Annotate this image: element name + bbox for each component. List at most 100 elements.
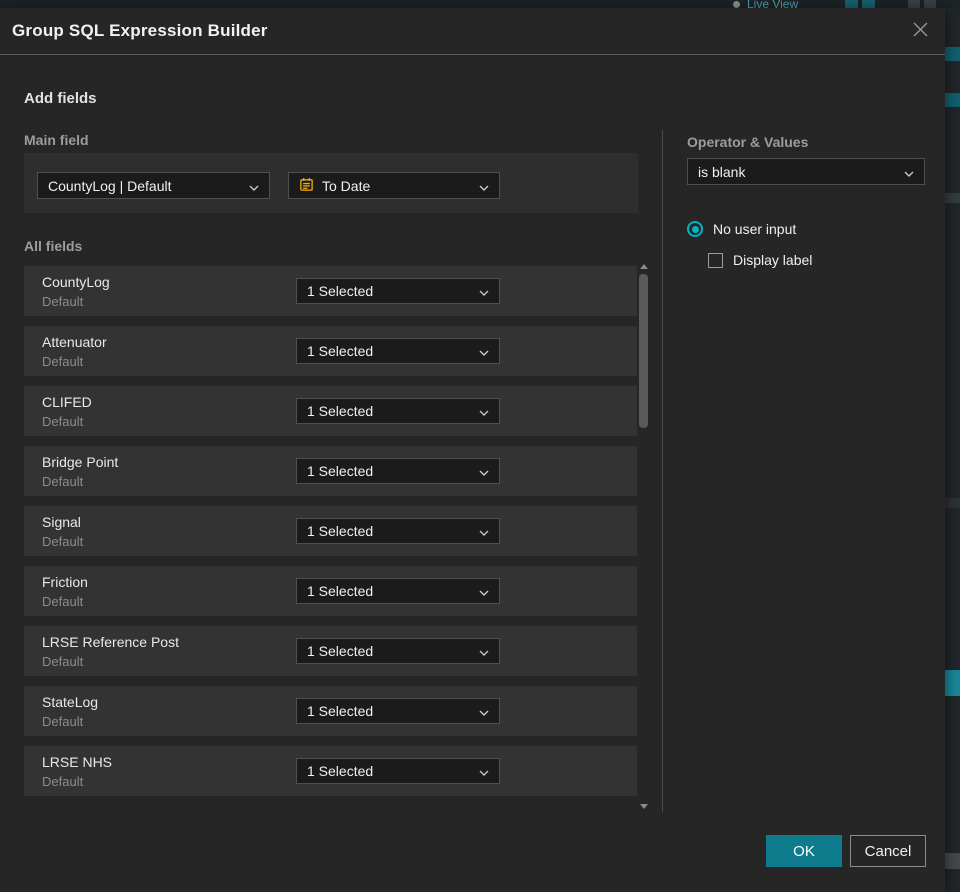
background-side-panel: [945, 8, 960, 892]
row-selected-dropdown[interactable]: 1 Selected: [296, 338, 500, 364]
background-panel-block: [945, 193, 960, 203]
field-row: LRSE Reference Post Default 1 Selected: [24, 626, 637, 676]
date-field-select-value: To Date: [322, 177, 371, 194]
live-view-label: Live View: [747, 0, 799, 8]
field-name: CLIFED: [42, 394, 92, 410]
field-row: Signal Default 1 Selected: [24, 506, 637, 556]
operator-select[interactable]: is blank: [687, 158, 925, 185]
row-selected-label: 1 Selected: [307, 763, 374, 779]
chevron-down-icon: [249, 178, 259, 194]
no-user-input-radio[interactable]: No user input: [687, 221, 796, 237]
all-fields-label: All fields: [24, 238, 83, 254]
date-field-select[interactable]: To Date: [288, 172, 500, 199]
no-user-input-label[interactable]: No user input: [713, 221, 796, 237]
row-selected-dropdown[interactable]: 1 Selected: [296, 698, 500, 724]
field-sub: Default: [42, 534, 84, 549]
background-toolbar-chip: [908, 0, 920, 8]
radio-selected-icon: [687, 221, 703, 237]
field-name: LRSE Reference Post: [42, 634, 179, 650]
checkbox-unchecked-icon[interactable]: [708, 252, 723, 268]
row-selected-dropdown[interactable]: 1 Selected: [296, 518, 500, 544]
field-sub: Default: [42, 774, 84, 789]
add-fields-heading: Add fields: [24, 90, 97, 107]
chevron-down-icon: [479, 283, 489, 299]
ok-button[interactable]: OK: [766, 835, 842, 867]
background-app-strip: Live View: [0, 0, 960, 8]
chevron-down-icon: [479, 643, 489, 659]
field-sub: Default: [42, 414, 84, 429]
close-button[interactable]: [909, 20, 931, 42]
row-selected-dropdown[interactable]: 1 Selected: [296, 278, 500, 304]
row-selected-label: 1 Selected: [307, 403, 374, 419]
all-fields-list: CountyLog Default 1 Selected Attenuator …: [24, 266, 637, 806]
close-icon: [912, 21, 929, 41]
main-field-select-value: CountyLog | Default: [48, 177, 172, 194]
field-name: LRSE NHS: [42, 754, 113, 770]
live-view-dot-icon: [733, 0, 740, 8]
row-selected-dropdown[interactable]: 1 Selected: [296, 758, 500, 784]
chevron-down-icon: [479, 763, 489, 779]
background-toolbar-chip: [862, 0, 875, 8]
background-toolbar-chip: [924, 0, 936, 8]
scrollbar-up-arrow-icon[interactable]: [640, 264, 648, 269]
row-selected-label: 1 Selected: [307, 583, 374, 599]
background-toolbar-chip: [845, 0, 858, 8]
group-sql-expression-builder-dialog: Group SQL Expression Builder Add fields …: [0, 8, 945, 892]
display-label-checkbox-row[interactable]: Display label: [708, 252, 812, 268]
display-label-label[interactable]: Display label: [733, 252, 812, 268]
main-field-select[interactable]: CountyLog | Default: [37, 172, 270, 199]
row-selected-dropdown[interactable]: 1 Selected: [296, 458, 500, 484]
live-view-indicator: Live View: [733, 0, 798, 8]
chevron-down-icon: [479, 403, 489, 419]
field-sub: Default: [42, 474, 84, 489]
field-sub: Default: [42, 354, 84, 369]
field-name: Signal: [42, 514, 81, 530]
background-panel-block: [945, 498, 960, 508]
operator-select-value: is blank: [698, 163, 746, 180]
chevron-down-icon: [479, 523, 489, 539]
field-row: Attenuator Default 1 Selected: [24, 326, 637, 376]
background-panel-block: [945, 670, 960, 696]
scrollbar-down-arrow-icon[interactable]: [640, 804, 648, 809]
calendar-icon: [299, 177, 314, 195]
scrollbar-thumb[interactable]: [639, 274, 648, 428]
cancel-button[interactable]: Cancel: [850, 835, 926, 867]
field-name: StateLog: [42, 694, 99, 710]
field-row: CountyLog Default 1 Selected: [24, 266, 637, 316]
field-sub: Default: [42, 714, 84, 729]
chevron-down-icon: [479, 178, 489, 194]
dialog-title: Group SQL Expression Builder: [12, 21, 268, 40]
background-panel-block: [945, 93, 960, 107]
field-row: StateLog Default 1 Selected: [24, 686, 637, 736]
field-name: Bridge Point: [42, 454, 119, 470]
field-row: LRSE NHS Default 1 Selected: [24, 746, 637, 796]
dialog-titlebar: Group SQL Expression Builder: [0, 8, 945, 55]
field-name: CountyLog: [42, 274, 110, 290]
field-sub: Default: [42, 654, 84, 669]
main-field-label: Main field: [24, 132, 89, 148]
row-selected-dropdown[interactable]: 1 Selected: [296, 398, 500, 424]
chevron-down-icon: [479, 343, 489, 359]
chevron-down-icon: [479, 583, 489, 599]
row-selected-dropdown[interactable]: 1 Selected: [296, 578, 500, 604]
row-selected-label: 1 Selected: [307, 643, 374, 659]
background-panel-block: [945, 47, 960, 61]
row-selected-label: 1 Selected: [307, 343, 374, 359]
panel-divider: [662, 130, 663, 812]
field-row: Friction Default 1 Selected: [24, 566, 637, 616]
chevron-down-icon: [479, 703, 489, 719]
background-panel-block: [945, 853, 960, 869]
field-row: CLIFED Default 1 Selected: [24, 386, 637, 436]
field-sub: Default: [42, 294, 84, 309]
row-selected-label: 1 Selected: [307, 703, 374, 719]
row-selected-label: 1 Selected: [307, 523, 374, 539]
field-row: Bridge Point Default 1 Selected: [24, 446, 637, 496]
field-name: Friction: [42, 574, 88, 590]
operator-values-label: Operator & Values: [687, 134, 809, 150]
row-selected-dropdown[interactable]: 1 Selected: [296, 638, 500, 664]
row-selected-label: 1 Selected: [307, 283, 374, 299]
chevron-down-icon: [904, 164, 914, 180]
fields-list-scrollbar: [638, 264, 650, 809]
field-name: Attenuator: [42, 334, 107, 350]
chevron-down-icon: [479, 463, 489, 479]
